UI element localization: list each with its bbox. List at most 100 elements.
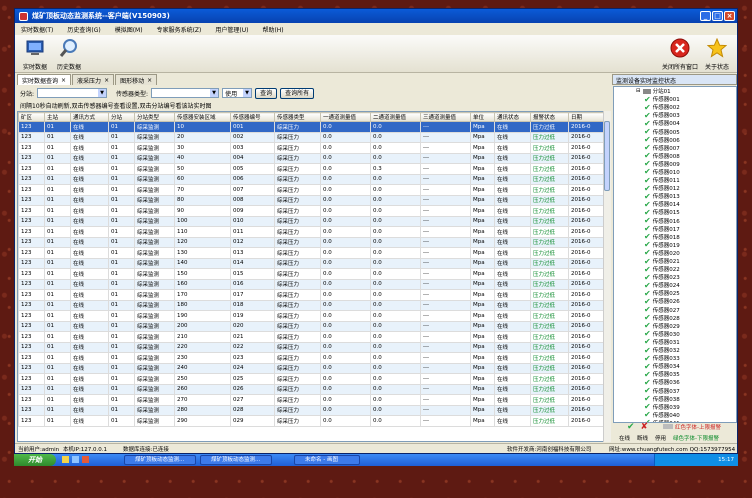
tab-close-icon[interactable]: × [147, 77, 152, 84]
table-row[interactable]: 123 01 在线 01 综采监测 290 029 综采压力 0.0 0.0 --- Mpa 在线 压力过… [18, 415, 605, 427]
table-row[interactable]: 123 01 在线 01 综采监测 70 007 综采压力 0.0 0.0 --- Mpa 在线 压力过低… [18, 184, 605, 196]
tree-item[interactable]: ✔ 传感器029 [614, 322, 736, 330]
use-select[interactable]: 使用 ▼ [222, 88, 253, 98]
table-row[interactable]: 123 01 在线 01 综采监测 50 005 综采压力 0.0 0.3 --- Mpa 在线 压力过低… [18, 163, 605, 175]
table-row[interactable]: 123 01 在线 01 综采监测 210 021 综采压力 0.0 0.0 --- Mpa 在线 压力过… [18, 331, 605, 343]
tree-item[interactable]: ✔ 传感器035 [614, 370, 736, 378]
tree-item[interactable]: ✔ 传感器011 [614, 176, 736, 184]
table-row[interactable]: 123 01 在线 01 综采监测 200 020 综采压力 0.0 0.0 --- Mpa 在线 压力过… [18, 320, 605, 332]
tree-item[interactable]: ✔ 传感器037 [614, 386, 736, 395]
query-button[interactable]: 查询 [255, 87, 278, 99]
tree-item[interactable]: ✔ 传感器014 [614, 200, 736, 208]
tree-item[interactable]: ✔ 传感器028 [614, 314, 736, 322]
tree-item[interactable]: ✔ 传感器015 [614, 208, 736, 216]
table-row[interactable]: 123 01 在线 01 综采监测 40 004 综采压力 0.0 0.0 --- Mpa 在线 压力过低… [18, 152, 605, 164]
tree-item[interactable]: ✔ 传感器008 [614, 152, 736, 160]
start-button[interactable]: 开始 [14, 454, 56, 466]
column-header[interactable]: 主站 [44, 112, 71, 122]
table-row[interactable]: 123 01 在线 01 综采监测 180 018 综采压力 0.0 0.0 --- Mpa 在线 压力过… [18, 299, 605, 311]
table-row[interactable]: 123 01 在线 01 综采监测 140 014 综采压力 0.0 0.0 --- Mpa 在线 压力过… [18, 257, 605, 269]
table-row[interactable]: 123 01 在线 01 综采监测 130 013 综采压力 0.0 0.0 --- Mpa 在线 压力过… [18, 247, 605, 259]
table-row[interactable]: 123 01 在线 01 综采监测 120 012 综采压力 0.0 0.0 --- Mpa 在线 压力过… [18, 236, 605, 248]
table-row[interactable]: 123 01 在线 01 综采监测 160 016 综采压力 0.0 0.0 --- Mpa 在线 压力过… [18, 278, 605, 290]
tree-item[interactable]: ✔ 传感器012 [614, 184, 736, 192]
tree-item[interactable]: ✔ 传感器023 [614, 273, 736, 281]
table-row[interactable]: 123 01 在线 01 综采监测 270 027 综采压力 0.0 0.0 --- Mpa 在线 压力过… [18, 394, 605, 406]
menu-item[interactable]: 模拟图(M) [115, 25, 143, 34]
table-row[interactable]: 123 01 在线 01 综采监测 150 015 综采压力 0.0 0.0 --- Mpa 在线 压力过… [18, 268, 605, 280]
tree-item[interactable]: ✔ 传感器030 [614, 330, 736, 338]
sensor-type-select[interactable]: ▼ [151, 88, 220, 98]
tree-item[interactable]: ✔ 传感器007 [614, 144, 736, 152]
table-row[interactable]: 123 01 在线 01 综采监测 30 003 综采压力 0.0 0.0 --- Mpa 在线 压力过低… [18, 142, 605, 154]
tree-item[interactable]: ✔ 传感器003 [614, 111, 736, 119]
table-row[interactable]: 123 01 在线 01 综采监测 10 001 综采压力 0.0 0.0 --- Mpa 在线 压力过低… [18, 121, 605, 133]
table-row[interactable]: 123 01 在线 01 综采监测 240 024 综采压力 0.0 0.0 --- Mpa 在线 压力过… [18, 362, 605, 374]
about-status-button[interactable]: 关于状态 [701, 37, 733, 71]
column-header[interactable]: 通讯方式 [70, 112, 109, 122]
column-header[interactable]: 传感器编号 [230, 112, 275, 122]
realtime-data-button[interactable]: 实时数据 [19, 37, 51, 71]
tree-item[interactable]: ✔ 传感器034 [614, 362, 736, 370]
table-row[interactable]: 123 01 在线 01 综采监测 220 022 综采压力 0.0 0.0 --- Mpa 在线 压力过… [18, 341, 605, 353]
tree-item[interactable]: ✔ 传感器025 [614, 289, 736, 297]
tree-item[interactable]: ✔ 传感器013 [614, 192, 736, 200]
table-row[interactable]: 123 01 在线 01 综采监测 250 025 综采压力 0.0 0.0 --- Mpa 在线 压力过… [18, 373, 605, 385]
tree-item[interactable]: ✔ 传感器040 [614, 411, 736, 419]
column-header[interactable]: 日期 [568, 112, 605, 122]
tab[interactable]: 图形移动 × [115, 74, 158, 85]
close-all-windows-button[interactable]: 关闭所有窗口 [661, 37, 699, 71]
substation-select[interactable]: ▼ [37, 88, 108, 98]
table-row[interactable]: 123 01 在线 01 综采监测 20 002 综采压力 0.0 0.0 --- Mpa 在线 压力过低… [18, 131, 605, 143]
title-bar[interactable]: 煤矿顶板动态监测系统--客户端(V150903) _ □ × [15, 9, 737, 23]
table-row[interactable]: 123 01 在线 01 综采监测 100 010 综采压力 0.0 0.0 --- Mpa 在线 压力过… [18, 215, 605, 227]
tree-item[interactable]: ✔ 传感器018 [614, 233, 736, 241]
tree-item[interactable]: ✔ 传感器002 [614, 103, 736, 111]
table-row[interactable]: 123 01 在线 01 综采监测 80 008 综采压力 0.0 0.0 --- Mpa 在线 压力过低… [18, 194, 605, 206]
tree-item[interactable]: ✔ 传感器020 [614, 249, 736, 257]
task-button[interactable]: 未命名 - 画图 [294, 455, 360, 465]
column-header[interactable]: 分站 [108, 112, 135, 122]
table-row[interactable]: 123 01 在线 01 综采监测 170 017 综采压力 0.0 0.0 --- Mpa 在线 压力过… [18, 289, 605, 301]
tree-item[interactable]: ✔ 传感器026 [614, 297, 736, 305]
column-header[interactable]: 报警状态 [530, 112, 569, 122]
tree-item[interactable]: ✔ 传感器039 [614, 403, 736, 411]
table-row[interactable]: 123 01 在线 01 综采监测 110 011 综采压力 0.0 0.0 --- Mpa 在线 压力过… [18, 226, 605, 238]
menu-item[interactable]: 历史查询(G) [67, 25, 100, 34]
tree-item[interactable]: ✔ 传感器006 [614, 136, 736, 144]
tree-item[interactable]: ✔ 传感器024 [614, 281, 736, 289]
tab[interactable]: 液采压力 × [72, 74, 115, 85]
table-row[interactable]: 123 01 在线 01 综采监测 90 009 综采压力 0.0 0.0 --- Mpa 在线 压力过低… [18, 205, 605, 217]
task-button[interactable]: 煤矿顶板动态监测... [124, 455, 196, 465]
tree-item[interactable]: ✔ 传感器022 [614, 265, 736, 273]
menu-item[interactable]: 帮助(H) [262, 25, 283, 34]
column-header[interactable]: 一通道测量值 [320, 112, 371, 122]
tab-close-icon[interactable]: × [104, 77, 109, 84]
query-all-button[interactable]: 查询所有 [280, 87, 315, 99]
tree-item[interactable]: ✔ 传感器004 [614, 119, 736, 127]
column-header[interactable]: 通讯状态 [494, 112, 531, 122]
tree-item[interactable]: ✔ 传感器010 [614, 168, 736, 176]
tree-item[interactable]: ✔ 传感器038 [614, 395, 736, 403]
column-header[interactable]: 矿区 [18, 112, 45, 122]
tree-item[interactable]: ✔ 传感器036 [614, 378, 736, 386]
scrollbar-thumb[interactable] [604, 121, 610, 191]
tree-item[interactable]: ✔ 传感器017 [614, 225, 736, 233]
column-header[interactable]: 分站类型 [134, 112, 175, 122]
quick-launch-icon[interactable] [82, 456, 89, 463]
maximize-icon[interactable]: □ [712, 11, 723, 21]
history-data-button[interactable]: 历史数据 [53, 37, 85, 71]
menu-item[interactable]: 用户管理(U) [215, 25, 248, 34]
quick-launch-icon[interactable] [62, 456, 69, 463]
minimize-icon[interactable]: _ [700, 11, 711, 21]
tree-item[interactable]: ✔ 传感器019 [614, 241, 736, 249]
tree-item[interactable]: ✔ 传感器016 [614, 217, 736, 225]
menu-item[interactable]: 专家服务系统(Z) [157, 25, 202, 34]
column-header[interactable]: 三通道测量值 [420, 112, 471, 122]
task-button[interactable]: 煤矿顶板动态监测... [200, 455, 272, 465]
tab-close-icon[interactable]: × [61, 77, 66, 84]
menu-item[interactable]: 实时数据(T) [21, 25, 53, 34]
tree-item[interactable]: ✔ 传感器009 [614, 160, 736, 168]
tree-item[interactable]: ✔ 传感器031 [614, 338, 736, 346]
quick-launch-icon[interactable] [72, 456, 79, 463]
